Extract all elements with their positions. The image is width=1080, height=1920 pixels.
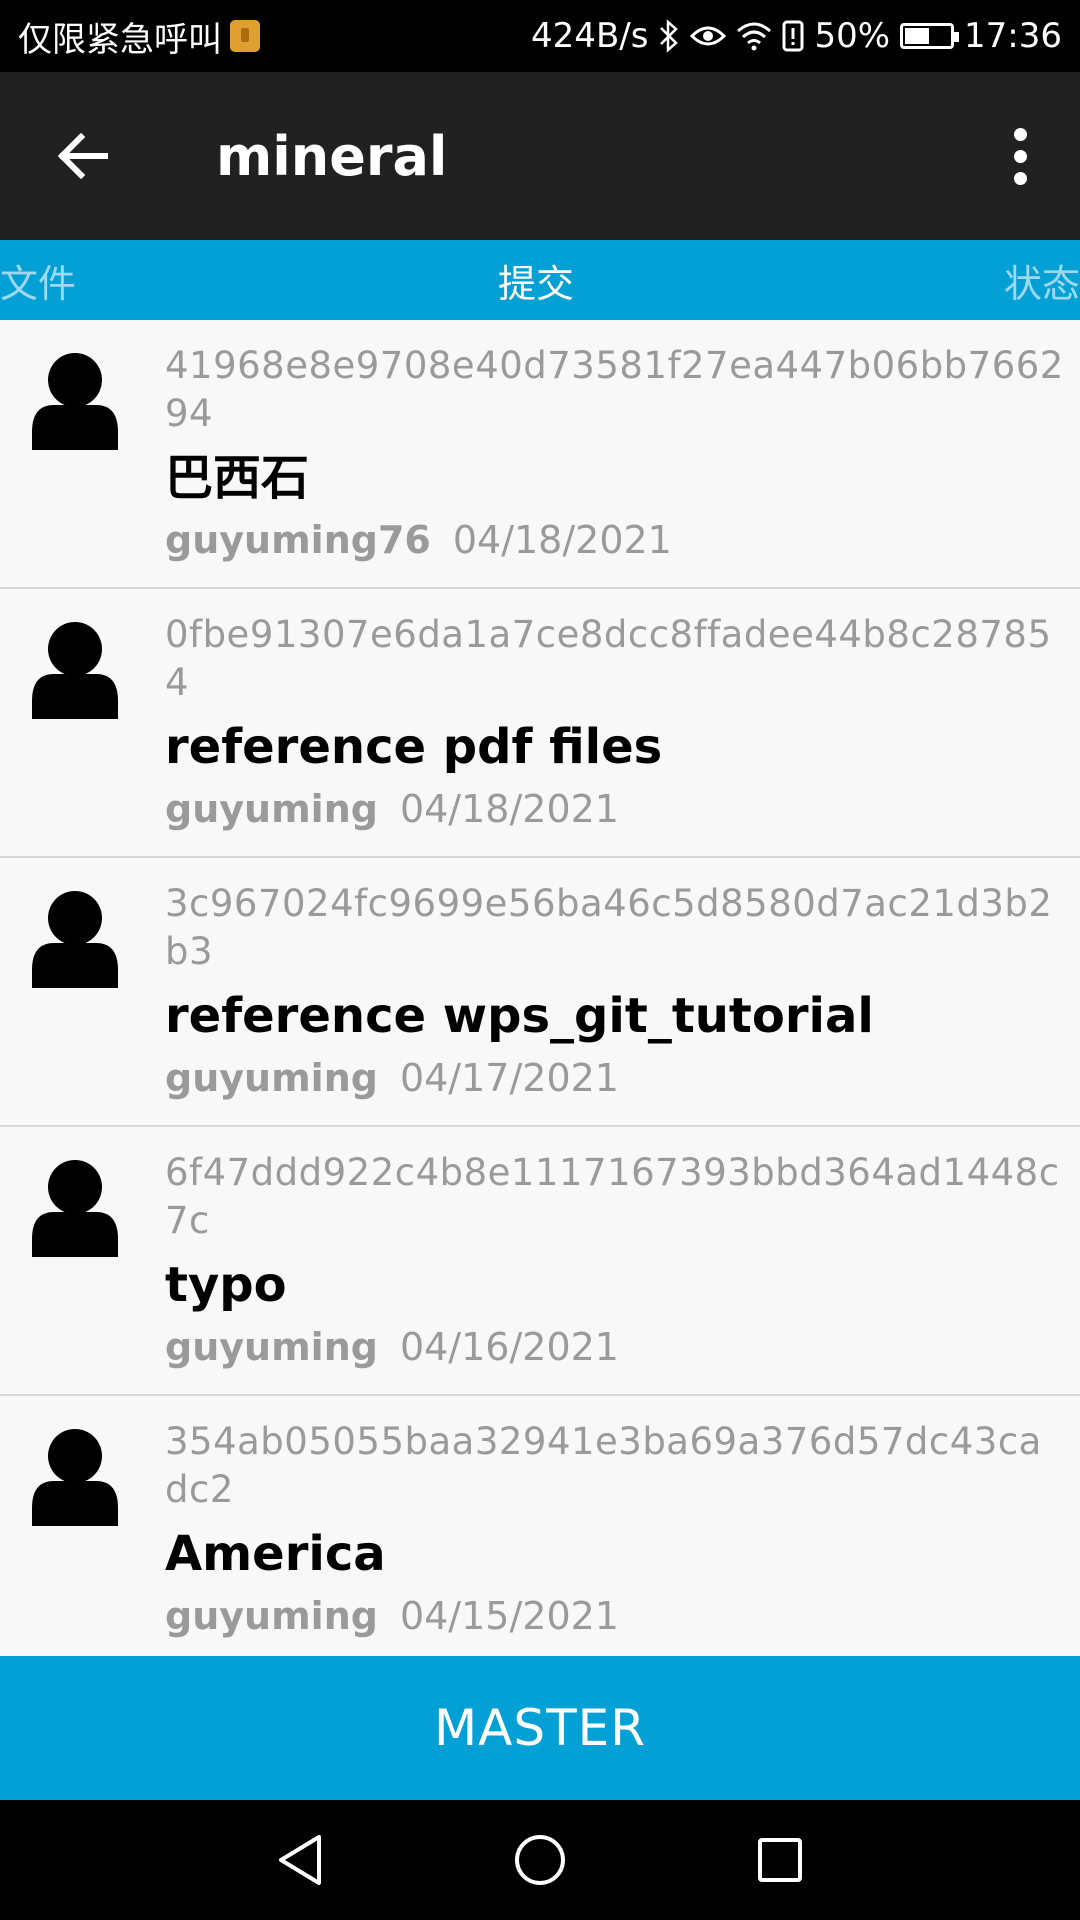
commit-message: typo — [165, 1257, 287, 1313]
commit-row[interactable]: 41968e8e9708e40d73581f27ea447b06bb766294… — [0, 320, 1080, 589]
system-nav-bar — [0, 1800, 1080, 1920]
commit-sha: 0fbe91307e6da1a7ce8dcc8ffadee44b8c287854 — [165, 613, 1052, 704]
status-right: 424B/s 50% 17:36 — [531, 16, 1062, 56]
commit-row[interactable]: 3c967024fc9699e56ba46c5d8580d7ac21d3b2b3… — [0, 858, 1080, 1127]
user-avatar-icon — [32, 1429, 118, 1526]
eye-icon — [690, 26, 727, 46]
commit-author: guyuming — [165, 1594, 378, 1638]
commit-row[interactable]: 6f47ddd922c4b8e1117167393bbd364ad1448c7c… — [0, 1127, 1080, 1396]
commit-message: America — [165, 1526, 386, 1582]
tab-status[interactable]: 状态 — [1004, 240, 1080, 320]
app-title-wrap: mineral — [216, 125, 960, 188]
commit-date: 04/16/2021 — [399, 1325, 619, 1369]
app-bar: mineral — [0, 72, 1080, 240]
user-avatar-icon — [32, 353, 118, 450]
user-avatar-icon — [32, 622, 118, 719]
commit-message: reference pdf files — [165, 719, 663, 775]
battery-icon — [900, 23, 960, 49]
clock: 17:36 — [964, 16, 1062, 56]
nav-back-button[interactable] — [240, 1800, 360, 1920]
nav-recents-icon — [758, 1838, 802, 1882]
commit-row[interactable]: 354ab05055baa32941e3ba69a376d57dc43cadc2… — [0, 1396, 1080, 1656]
commit-message: 巴西石 — [165, 450, 310, 506]
tab-bar: 文件 提交 状态 — [0, 240, 1080, 320]
user-avatar-icon — [32, 1160, 118, 1257]
commit-sha: 6f47ddd922c4b8e1117167393bbd364ad1448c7c — [165, 1151, 1060, 1242]
commit-author: guyuming76 — [165, 518, 431, 562]
arrow-left-icon — [57, 133, 108, 179]
sim-icon — [230, 20, 260, 52]
nav-back-icon — [279, 1835, 321, 1885]
commit-date: 04/17/2021 — [399, 1056, 619, 1100]
tab-files[interactable]: 文件 — [0, 240, 76, 320]
page-title: mineral — [216, 124, 448, 188]
commit-author: guyuming — [165, 787, 378, 831]
user-avatar-icon — [32, 891, 118, 988]
commit-row[interactable]: 0fbe91307e6da1a7ce8dcc8ffadee44b8c287854… — [0, 589, 1080, 858]
commit-date: 04/18/2021 — [399, 787, 619, 831]
commit-date: 04/18/2021 — [452, 518, 672, 562]
commit-sha: 3c967024fc9699e56ba46c5d8580d7ac21d3b2b3 — [165, 882, 1053, 973]
nav-home-icon — [515, 1835, 565, 1885]
overflow-menu-button[interactable] — [960, 72, 1080, 240]
battery-percent: 50% — [814, 16, 891, 56]
nav-home-button[interactable] — [480, 1800, 600, 1920]
back-button[interactable] — [0, 72, 170, 240]
more-vert-icon — [1013, 127, 1027, 185]
emergency-call-text: 仅限紧急呼叫 — [18, 19, 222, 60]
commit-sha: 354ab05055baa32941e3ba69a376d57dc43cadc2 — [165, 1420, 1042, 1511]
commit-message: reference wps_git_tutorial — [165, 988, 874, 1044]
branch-button[interactable]: MASTER — [0, 1656, 1080, 1800]
nav-recents-button[interactable] — [720, 1800, 840, 1920]
status-left: 仅限紧急呼叫 — [18, 12, 260, 61]
alert-icon — [782, 20, 804, 52]
wifi-icon — [737, 22, 772, 51]
network-speed: 424B/s — [531, 16, 649, 56]
commit-author: guyuming — [165, 1056, 378, 1100]
tab-commits[interactable]: 提交 — [498, 240, 574, 320]
bluetooth-icon — [660, 19, 679, 53]
commit-date: 04/15/2021 — [399, 1594, 619, 1638]
commit-author: guyuming — [165, 1325, 378, 1369]
commit-list[interactable]: 41968e8e9708e40d73581f27ea447b06bb766294… — [0, 320, 1080, 1656]
status-bar: 仅限紧急呼叫 424B/s 50% 17:36 — [0, 0, 1080, 72]
commit-sha: 41968e8e9708e40d73581f27ea447b06bb766294 — [165, 344, 1064, 435]
